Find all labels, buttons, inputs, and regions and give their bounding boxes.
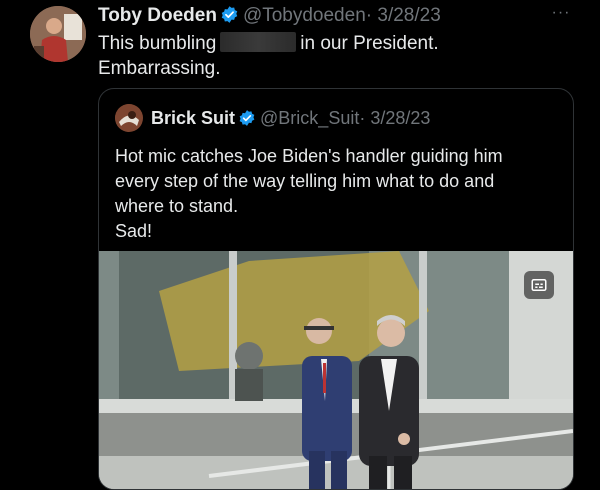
quoted-author-name[interactable]: Brick Suit xyxy=(151,108,235,128)
video-frame xyxy=(99,251,573,489)
quoted-avatar-image xyxy=(115,104,143,132)
more-options-icon[interactable]: ··· xyxy=(548,4,574,24)
author-name[interactable]: Toby Doeden xyxy=(98,5,217,26)
tweet-header: Toby Doeden @Tobydoeden· 3/28/23 xyxy=(98,4,441,31)
quoted-handle[interactable]: @Brick_Suit xyxy=(260,108,359,128)
media-caption-icon[interactable] xyxy=(524,271,554,299)
quoted-media-video[interactable] xyxy=(99,251,573,489)
redacted-text xyxy=(220,32,297,52)
quoted-tweet[interactable]: Brick Suit @Brick_Suit· 3/28/23 Hot mic c… xyxy=(98,88,574,490)
quoted-text-line2: every step of the way telling him what t… xyxy=(115,171,495,191)
quoted-verified-icon xyxy=(238,109,256,133)
tweet-date[interactable]: · 3/28/23 xyxy=(366,5,441,26)
author-handle[interactable]: @Tobydoeden xyxy=(243,5,366,26)
tweet: Toby Doeden @Tobydoeden· 3/28/23 ··· This… xyxy=(0,0,600,490)
tweet-text-line2: Embarrassing. xyxy=(98,58,221,79)
quoted-text-line3: where to stand. xyxy=(115,196,239,216)
quoted-header: Brick Suit @Brick_Suit· 3/28/23 xyxy=(151,106,430,133)
quoted-text: Hot mic catches Joe Biden's handler guid… xyxy=(115,144,555,244)
quoted-author-avatar[interactable] xyxy=(115,104,143,132)
avatar-image xyxy=(30,6,86,62)
tweet-text: This bumbling in our President. Embarrass… xyxy=(98,31,568,81)
tweet-text-after: in our President. xyxy=(300,33,439,54)
quoted-date[interactable]: · 3/28/23 xyxy=(359,108,430,128)
quoted-text-line1: Hot mic catches Joe Biden's handler guid… xyxy=(115,146,503,166)
tweet-text-before: This bumbling xyxy=(98,33,217,54)
quoted-text-line4: Sad! xyxy=(115,221,153,241)
verified-icon xyxy=(220,5,239,31)
author-avatar[interactable] xyxy=(30,6,86,62)
